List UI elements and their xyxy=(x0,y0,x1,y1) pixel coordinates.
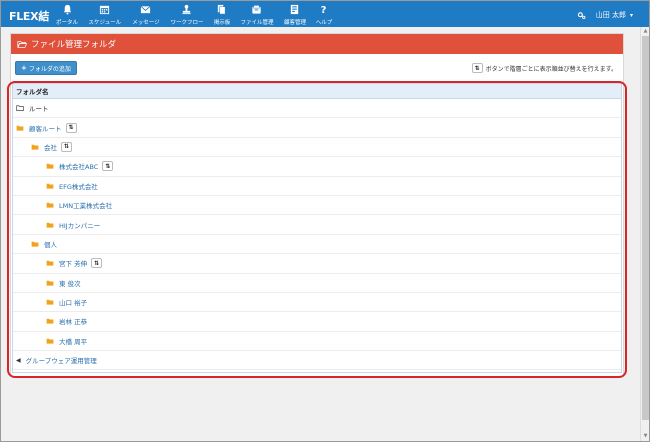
app-logo[interactable]: FLEX結 xyxy=(9,8,49,24)
main-nav: ポータル スケジュール メッセージ ワークフロー 掲示板 ファイル管理 顧客管理… xyxy=(51,1,337,27)
nav-workflow[interactable]: ワークフロー xyxy=(165,1,209,27)
envelope-icon xyxy=(140,5,151,14)
settings-icon[interactable] xyxy=(577,11,586,20)
nav-schedule[interactable]: スケジュール xyxy=(83,1,127,27)
files-icon xyxy=(252,5,261,14)
scroll-up-icon[interactable]: ▲ xyxy=(641,27,650,36)
nav-label: スケジュール xyxy=(88,19,122,26)
nav-label: メッセージ xyxy=(131,19,160,26)
panel-header: ファイル管理フォルダ xyxy=(11,34,623,54)
chevron-down-icon[interactable]: ▾ xyxy=(630,12,633,19)
stamp-icon xyxy=(182,4,191,15)
svg-text:?: ? xyxy=(321,5,327,15)
bell-icon xyxy=(63,4,71,15)
panel-title: ファイル管理フォルダ xyxy=(31,40,117,50)
nav-label: 顧客管理 xyxy=(283,19,306,26)
nav-label: ワークフロー xyxy=(169,19,204,26)
help-icon: ? xyxy=(321,5,327,15)
nav-label: ファイル管理 xyxy=(239,19,274,26)
folder-open-outline-icon xyxy=(17,40,27,48)
sort-order-icon: ⇅ xyxy=(471,63,483,73)
panel-toolbar: + フォルダの追加 ⇅ ボタンで階層ごとに表示順並び替えを行えます。 xyxy=(11,54,623,82)
highlight-frame xyxy=(7,81,627,378)
add-folder-button[interactable]: + フォルダの追加 xyxy=(15,61,77,75)
customer-icon xyxy=(290,4,299,15)
scrollbar-thumb[interactable] xyxy=(642,36,649,420)
nav-portal[interactable]: ポータル xyxy=(51,1,83,27)
sort-hint-text: ボタンで階層ごとに表示順並び替えを行えます。 xyxy=(485,65,617,73)
add-folder-label: フォルダの追加 xyxy=(28,65,71,73)
calendar-icon xyxy=(100,5,110,15)
plus-icon: + xyxy=(21,64,27,72)
nav-message[interactable]: メッセージ xyxy=(127,1,165,27)
user-menu[interactable]: 山田 太郎 ▾ xyxy=(577,10,633,20)
nav-label: 掲示板 xyxy=(213,19,230,26)
top-navigation-bar: FLEX結 ポータル スケジュール メッセージ ワークフロー 掲示板 ファイル管… xyxy=(1,1,649,27)
nav-bulletin[interactable]: 掲示板 xyxy=(209,1,235,27)
bulletin-icon xyxy=(217,4,226,15)
vertical-scrollbar[interactable]: ▲ ▼ xyxy=(640,27,649,441)
scroll-down-icon[interactable]: ▼ xyxy=(641,432,650,441)
nav-customer-management[interactable]: 顧客管理 xyxy=(279,1,311,27)
sort-hint: ⇅ ボタンで階層ごとに表示順並び替えを行えます。 xyxy=(471,63,617,73)
nav-help[interactable]: ? ヘルプ xyxy=(311,1,337,27)
nav-label: ポータル xyxy=(55,19,79,26)
user-name[interactable]: 山田 太郎 xyxy=(596,10,626,20)
nav-file-management[interactable]: ファイル管理 xyxy=(235,1,279,27)
nav-label: ヘルプ xyxy=(315,19,332,26)
